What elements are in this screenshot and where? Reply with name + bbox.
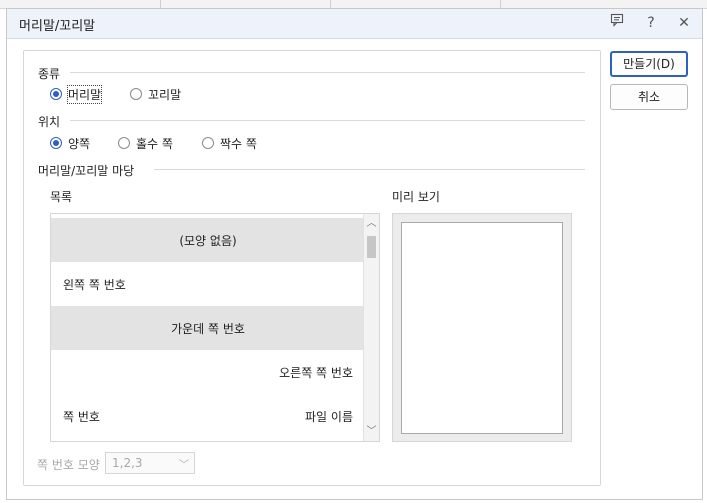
dialog-title: 머리말/꼬리말: [19, 19, 96, 34]
list-item[interactable]: 왼쪽 쪽 번호: [51, 262, 365, 306]
background-cell: [500, 0, 501, 8]
list-label: 목록: [50, 190, 73, 204]
list-item[interactable]: 가운데 쪽 번호: [51, 306, 365, 350]
cancel-button[interactable]: 취소: [610, 84, 688, 110]
chevron-up-icon[interactable]: ︿: [364, 216, 379, 231]
comment-icon[interactable]: [607, 13, 627, 33]
section-divider: [70, 120, 585, 121]
radio-both-pages[interactable]: 양쪽: [50, 134, 90, 152]
chevron-down-icon: ﹀: [179, 460, 189, 471]
preview-page: [401, 222, 563, 434]
gallery-section-label: 머리말/꼬리말 마당: [38, 164, 135, 178]
radio-label: 꼬리말: [148, 87, 182, 102]
list-item-right-text: 파일 이름: [305, 410, 353, 424]
preview-label: 미리 보기: [392, 190, 440, 204]
radio-header[interactable]: 머리말: [50, 84, 103, 104]
page-number-format-select[interactable]: 1,2,3 ﹀: [105, 452, 195, 474]
list-item[interactable]: 쪽 번호 파일 이름: [51, 394, 365, 438]
section-divider: [70, 72, 585, 73]
settings-panel: 종류 머리말 꼬리말 위치 양쪽 홀수 쪽 짝수 쪽 머리말/꼬리말 마당 목록…: [23, 50, 601, 486]
list-item-left-text: 쪽 번호: [63, 410, 100, 424]
page-number-format-label: 쪽 번호 모양: [37, 458, 100, 472]
list-item-center-text: 가운데 쪽 번호: [171, 322, 245, 336]
header-footer-dialog: 머리말/꼬리말 ? ✕ 종류 머리말 꼬리말 위치 양쪽 홀수 쪽 짝수 쪽 머…: [6, 8, 703, 500]
close-icon[interactable]: ✕: [674, 13, 694, 33]
radio-label: 양쪽: [68, 136, 91, 151]
background-cell: [330, 0, 331, 8]
chevron-down-icon[interactable]: ﹀: [364, 424, 379, 439]
list-item[interactable]: 오른쪽 쪽 번호: [51, 350, 365, 394]
question-mark-icon[interactable]: ?: [641, 13, 661, 33]
position-section-label: 위치: [38, 115, 61, 129]
list-scrollbar[interactable]: ︿ ﹀: [363, 214, 379, 441]
list-item-right-text: 오른쪽 쪽 번호: [279, 366, 353, 380]
radio-footer[interactable]: 꼬리말: [130, 85, 181, 103]
background-cell: [160, 0, 161, 8]
select-value: 1,2,3: [112, 456, 143, 470]
section-divider: [154, 169, 585, 170]
create-button[interactable]: 만들기(D): [610, 51, 688, 77]
list-item-center-text: (모양 없음): [179, 234, 237, 248]
preview-frame: [392, 213, 572, 442]
list-item-left-text: 왼쪽 쪽 번호: [63, 278, 126, 292]
radio-dot[interactable]: [130, 88, 142, 100]
radio-label: 머리말: [66, 84, 103, 104]
radio-dot[interactable]: [202, 137, 214, 149]
radio-dot[interactable]: [50, 137, 62, 149]
radio-label: 홀수 쪽: [136, 136, 173, 151]
type-section-label: 종류: [38, 67, 61, 81]
radio-even-pages[interactable]: 짝수 쪽: [202, 134, 257, 152]
list-item[interactable]: (모양 없음): [51, 218, 365, 262]
radio-label: 짝수 쪽: [220, 136, 257, 151]
radio-dot[interactable]: [118, 137, 130, 149]
style-list[interactable]: (모양 없음) 왼쪽 쪽 번호 가운데 쪽 번호 오른쪽 쪽 번호 쪽 번호 파…: [50, 213, 380, 442]
radio-dot[interactable]: [50, 88, 62, 100]
dialog-titlebar: 머리말/꼬리말 ? ✕: [7, 9, 702, 39]
radio-odd-pages[interactable]: 홀수 쪽: [118, 134, 173, 152]
scroll-thumb[interactable]: [367, 236, 376, 258]
